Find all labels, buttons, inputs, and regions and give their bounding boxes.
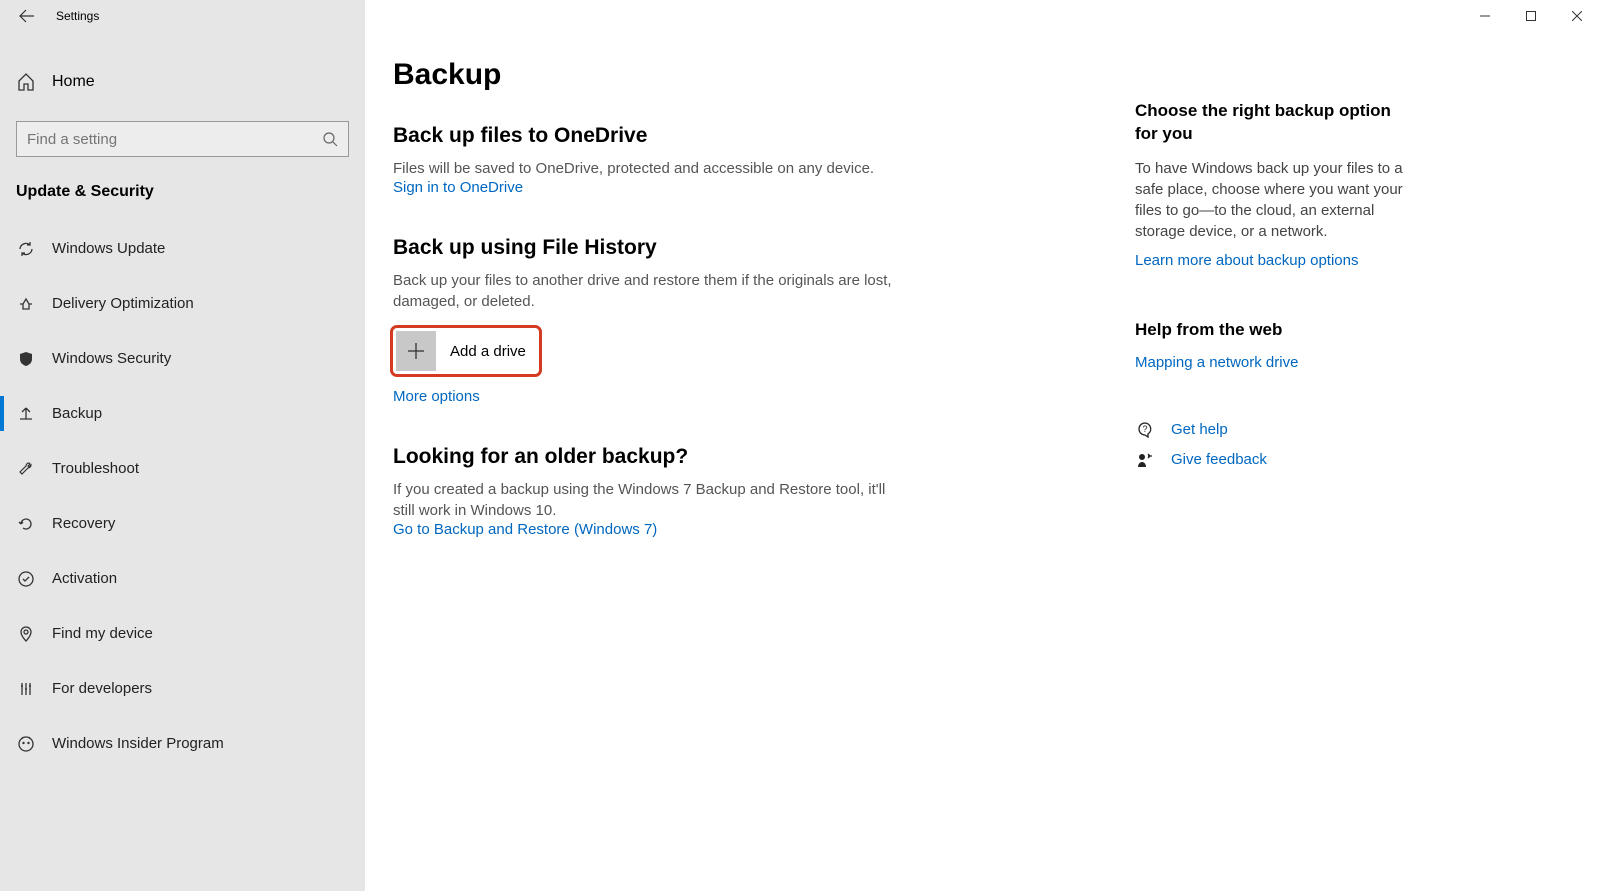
sidebar-item-for-developers[interactable]: For developers [0,661,365,716]
sidebar-item-insider[interactable]: Windows Insider Program [0,716,365,771]
more-options-link[interactable]: More options [393,388,1107,405]
support-links: ? Get help Give feedback [1135,421,1407,469]
search-icon [322,131,338,147]
sign-in-onedrive-link[interactable]: Sign in to OneDrive [393,179,1107,196]
search-input[interactable] [27,131,322,148]
sidebar-item-label: Delivery Optimization [52,295,194,312]
sidebar-item-backup[interactable]: Backup [0,386,365,441]
close-button[interactable] [1554,0,1600,32]
content-area: Backup Back up files to OneDrive Files w… [365,0,1600,891]
onedrive-body: Files will be saved to OneDrive, protect… [393,158,903,179]
onedrive-heading: Back up files to OneDrive [393,124,1107,148]
insider-icon [16,735,36,753]
sidebar-item-label: Windows Security [52,350,171,367]
back-button[interactable] [4,0,50,32]
backup-restore-link[interactable]: Go to Backup and Restore (Windows 7) [393,521,1107,538]
section-header: Update & Security [16,183,349,201]
sidebar-item-label: Backup [52,405,102,422]
home-button[interactable]: Home [0,54,365,109]
choose-body: To have Windows back up your files to a … [1135,158,1407,242]
sidebar-item-label: Recovery [52,515,115,532]
recovery-icon [16,515,36,533]
get-help-label: Get help [1171,421,1228,438]
feedback-icon [1135,451,1155,469]
wrench-icon [16,460,36,478]
sidebar-item-windows-security[interactable]: Windows Security [0,331,365,386]
sidebar-item-recovery[interactable]: Recovery [0,496,365,551]
sidebar-item-label: Troubleshoot [52,460,139,477]
help-bubble-icon: ? [1135,421,1155,439]
sidebar-item-delivery-optimization[interactable]: Delivery Optimization [0,276,365,331]
older-heading: Looking for an older backup? [393,445,1107,469]
choose-heading: Choose the right backup option for you [1135,100,1407,146]
add-drive-label: Add a drive [450,343,526,360]
close-icon [1572,11,1582,21]
search-box[interactable] [16,121,349,157]
arrow-left-icon [19,8,35,24]
home-label: Home [52,73,95,91]
sync-icon [16,240,36,258]
titlebar: Settings [0,0,365,32]
plus-icon [396,331,436,371]
page-title: Backup [393,58,1107,92]
sidebar-item-troubleshoot[interactable]: Troubleshoot [0,441,365,496]
sidebar-item-windows-update[interactable]: Windows Update [0,221,365,276]
older-body: If you created a backup using the Window… [393,479,903,521]
sidebar: Settings Home Update & Security Windows … [0,0,365,891]
sidebar-item-label: Windows Update [52,240,165,257]
backup-icon [16,405,36,423]
delivery-icon [16,295,36,313]
maximize-icon [1526,11,1536,21]
app-title: Settings [56,9,99,23]
help-web-heading: Help from the web [1135,319,1407,342]
learn-more-link[interactable]: Learn more about backup options [1135,252,1407,269]
add-drive-button[interactable]: Add a drive [393,328,539,374]
shield-icon [16,350,36,368]
check-circle-icon [16,570,36,588]
minimize-icon [1480,11,1490,21]
filehistory-body: Back up your files to another drive and … [393,270,903,312]
help-web-section: Help from the web Mapping a network driv… [1135,319,1407,371]
home-icon [16,73,36,91]
mapping-drive-link[interactable]: Mapping a network drive [1135,354,1407,371]
sidebar-item-activation[interactable]: Activation [0,551,365,606]
minimize-button[interactable] [1462,0,1508,32]
main-panel: Backup Back up files to OneDrive Files w… [365,0,1135,891]
sidebar-item-label: Activation [52,570,117,587]
svg-text:?: ? [1142,424,1147,434]
filehistory-heading: Back up using File History [393,236,1107,260]
sidebar-item-label: Find my device [52,625,153,642]
give-feedback-label: Give feedback [1171,451,1267,468]
developer-icon [16,680,36,698]
sidebar-item-label: Windows Insider Program [52,735,224,752]
sidebar-item-find-my-device[interactable]: Find my device [0,606,365,661]
get-help-link[interactable]: ? Get help [1135,421,1407,439]
choose-backup-section: Choose the right backup option for you T… [1135,100,1407,269]
older-backup-section: Looking for an older backup? If you crea… [393,445,1107,538]
location-icon [16,625,36,643]
filehistory-section: Back up using File History Back up your … [393,236,1107,405]
give-feedback-link[interactable]: Give feedback [1135,451,1407,469]
right-rail: Choose the right backup option for you T… [1135,0,1435,891]
window-controls [1462,0,1600,32]
onedrive-section: Back up files to OneDrive Files will be … [393,124,1107,196]
maximize-button[interactable] [1508,0,1554,32]
sidebar-item-label: For developers [52,680,152,697]
